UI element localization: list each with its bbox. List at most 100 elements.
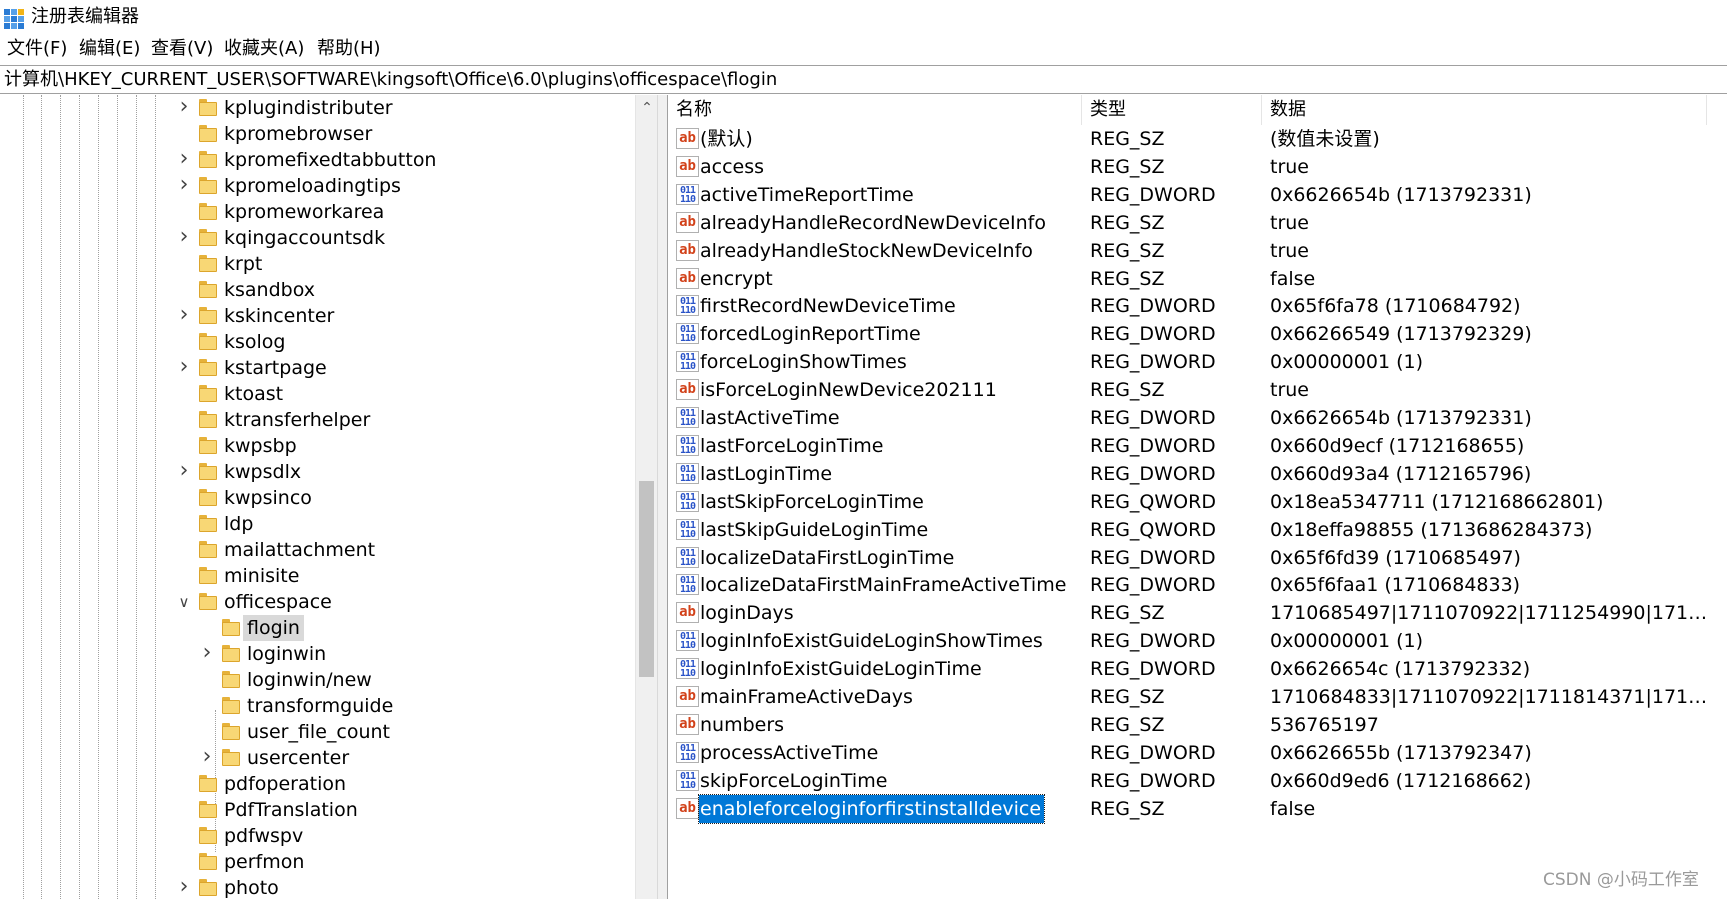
tree-item[interactable]: transformguide — [0, 693, 635, 719]
value-type: REG_SZ — [1090, 602, 1165, 624]
folder-body — [199, 830, 217, 844]
list-row[interactable]: ab access REG_SZ true — [668, 153, 1727, 181]
list-row[interactable]: 011 110 activeTimeReportTime REG_DWORD 0x662… — [668, 181, 1727, 209]
tree-item[interactable]: ksolog — [0, 329, 635, 355]
tree-item[interactable]: › kpromeloadingtips — [0, 173, 635, 199]
title-bar: 注册表编辑器 — [0, 0, 1727, 34]
tree-item[interactable]: › kpromefixedtabbutton — [0, 147, 635, 173]
list-row[interactable]: 011 110 lastLoginTime REG_DWORD 0x660d93a4 (… — [668, 460, 1727, 488]
tree-item[interactable]: kpromebrowser — [0, 121, 635, 147]
tree-item[interactable]: mailattachment — [0, 537, 635, 563]
list-row[interactable]: 011 110 lastSkipForceLoginTime REG_QWORD 0x1… — [668, 488, 1727, 516]
chevron-down-icon[interactable]: ∨ — [176, 592, 192, 612]
chevron-right-icon[interactable]: › — [176, 356, 192, 378]
menu-view[interactable]: 查看(V) — [151, 36, 213, 62]
tree-item[interactable]: pdfoperation — [0, 771, 635, 797]
chevron-right-icon[interactable]: › — [176, 460, 192, 482]
column-header-name[interactable]: 名称 — [668, 95, 1082, 125]
list-row[interactable]: 011 110 localizeDataFirstMainFrameActiveTi… — [668, 571, 1727, 599]
tree-item[interactable]: › kplugindistributer — [0, 95, 635, 121]
tree-item[interactable]: › kskincenter — [0, 303, 635, 329]
chevron-right-icon[interactable]: › — [176, 304, 192, 326]
list-row[interactable]: ab alreadyHandleStockNewDeviceInfo REG_SZ t… — [668, 237, 1727, 265]
folder-body — [199, 882, 217, 896]
value-data: 0x00000001 (1) — [1270, 630, 1423, 652]
folder-body — [222, 648, 240, 662]
tree-item[interactable]: PdfTranslation — [0, 797, 635, 823]
tree-item[interactable]: flogin — [0, 615, 635, 641]
chevron-right-icon[interactable]: › — [199, 746, 215, 768]
value-name: lastForceLoginTime — [700, 435, 884, 457]
list-row[interactable]: 011 110 processActiveTime REG_DWORD 0x662665… — [668, 739, 1727, 767]
tree-item[interactable]: ksandbox — [0, 277, 635, 303]
tree-scrollbar[interactable]: ⌃ — [635, 95, 657, 899]
tree-item[interactable]: pdfwspv — [0, 823, 635, 849]
menu-favorites[interactable]: 收藏夹(A) — [224, 36, 304, 62]
list-row[interactable]: ab alreadyHandleRecordNewDeviceInfo REG_SZ… — [668, 209, 1727, 237]
list-row[interactable]: 011 110 lastActiveTime REG_DWORD 0x6626654b … — [668, 404, 1727, 432]
folder-body — [199, 258, 217, 272]
tree-item[interactable]: kwpsbp — [0, 433, 635, 459]
chevron-right-icon[interactable]: › — [199, 642, 215, 664]
list-row[interactable]: ab (默认) REG_SZ (数值未设置) — [668, 125, 1727, 153]
list-row[interactable]: 011 110 skipForceLoginTime REG_DWORD 0x660d9… — [668, 767, 1727, 795]
tree-item[interactable]: › loginwin — [0, 641, 635, 667]
value-name: activeTimeReportTime — [700, 184, 914, 206]
chevron-right-icon[interactable]: › — [176, 174, 192, 196]
value-name: localizeDataFirstMainFrameActiveTime — [700, 574, 1067, 596]
list-row[interactable]: 011 110 loginInfoExistGuideLoginTime REG_DW… — [668, 655, 1727, 683]
tree-item[interactable]: › kstartpage — [0, 355, 635, 381]
menu-file[interactable]: 文件(F) — [7, 36, 67, 62]
list-row[interactable]: ab numbers REG_SZ 536765197 — [668, 711, 1727, 739]
scroll-thumb[interactable] — [639, 481, 654, 677]
chevron-right-icon[interactable]: › — [176, 96, 192, 118]
binary-value-icon: 011 110 — [676, 574, 699, 595]
list-row[interactable]: ab enableforceloginforfirstinstalldevice R… — [668, 794, 1727, 824]
list-row[interactable]: 011 110 firstRecordNewDeviceTime REG_DWORD 0… — [668, 292, 1727, 320]
list-row[interactable]: 011 110 lastSkipGuideLoginTime REG_QWORD 0x1… — [668, 516, 1727, 544]
tree-item[interactable]: kwpsinco — [0, 485, 635, 511]
list-row[interactable]: ab encrypt REG_SZ false — [668, 265, 1727, 293]
tree-item[interactable]: › usercenter — [0, 745, 635, 771]
tree-item[interactable]: perfmon — [0, 849, 635, 875]
value-data: (数值未设置) — [1270, 128, 1380, 150]
value-name: localizeDataFirstLoginTime — [700, 547, 955, 569]
tree-item[interactable]: loginwin/new — [0, 667, 635, 693]
value-name: alreadyHandleStockNewDeviceInfo — [700, 240, 1033, 262]
list-row[interactable]: 011 110 localizeDataFirstLoginTime REG_DWOR… — [668, 544, 1727, 572]
tree-item[interactable]: ktransferhelper — [0, 407, 635, 433]
scroll-up-icon[interactable]: ⌃ — [636, 99, 658, 117]
list-row[interactable]: 011 110 lastForceLoginTime REG_DWORD 0x660d9… — [668, 432, 1727, 460]
list-row[interactable]: ab loginDays REG_SZ 1710685497|1711070922|1… — [668, 599, 1727, 627]
address-bar[interactable]: 计算机\HKEY_CURRENT_USER\SOFTWARE\kingsoft\… — [0, 65, 1727, 94]
column-header-data[interactable]: 数据 — [1262, 95, 1707, 125]
tree-item[interactable]: user_file_count — [0, 719, 635, 745]
tree-item[interactable]: › kwpsdlx — [0, 459, 635, 485]
menu-help[interactable]: 帮助(H) — [317, 36, 381, 62]
list-row[interactable]: 011 110 forcedLoginReportTime REG_DWORD 0x66… — [668, 320, 1727, 348]
list-row[interactable]: ab isForceLoginNewDevice202111 REG_SZ true — [668, 376, 1727, 404]
list-row[interactable]: ab mainFrameActiveDays REG_SZ 1710684833|17… — [668, 683, 1727, 711]
registry-tree[interactable]: › kplugindistributer kpromebrowser › kpromef… — [0, 95, 657, 899]
tree-item-label: PdfTranslation — [224, 799, 358, 821]
column-header-type[interactable]: 类型 — [1082, 95, 1262, 125]
tree-item[interactable]: ∨ officespace — [0, 589, 635, 615]
tree-item[interactable]: ktoast — [0, 381, 635, 407]
menu-edit[interactable]: 编辑(E) — [79, 36, 140, 62]
tree-item[interactable]: › photo — [0, 875, 635, 899]
address-path[interactable]: 计算机\HKEY_CURRENT_USER\SOFTWARE\kingsoft\… — [4, 68, 777, 92]
tree-item[interactable]: minisite — [0, 563, 635, 589]
values-list[interactable]: 名称 类型 数据 ab (默认) REG_SZ (数值未设置) ab access REG_… — [668, 95, 1727, 899]
tree-item[interactable]: krpt — [0, 251, 635, 277]
tree-item-label: transformguide — [247, 695, 394, 717]
tree-item[interactable]: kpromeworkarea — [0, 199, 635, 225]
list-row[interactable]: 011 110 loginInfoExistGuideLoginShowTimes R… — [668, 627, 1727, 655]
chevron-right-icon[interactable]: › — [176, 226, 192, 248]
pane-splitter[interactable] — [657, 95, 668, 899]
tree-item[interactable]: › kqingaccountsdk — [0, 225, 635, 251]
chevron-right-icon[interactable]: › — [176, 876, 192, 898]
chevron-right-icon[interactable]: › — [176, 148, 192, 170]
value-data: true — [1270, 379, 1309, 401]
list-row[interactable]: 011 110 forceLoginShowTimes REG_DWORD 0x0000… — [668, 348, 1727, 376]
tree-item[interactable]: ldp — [0, 511, 635, 537]
